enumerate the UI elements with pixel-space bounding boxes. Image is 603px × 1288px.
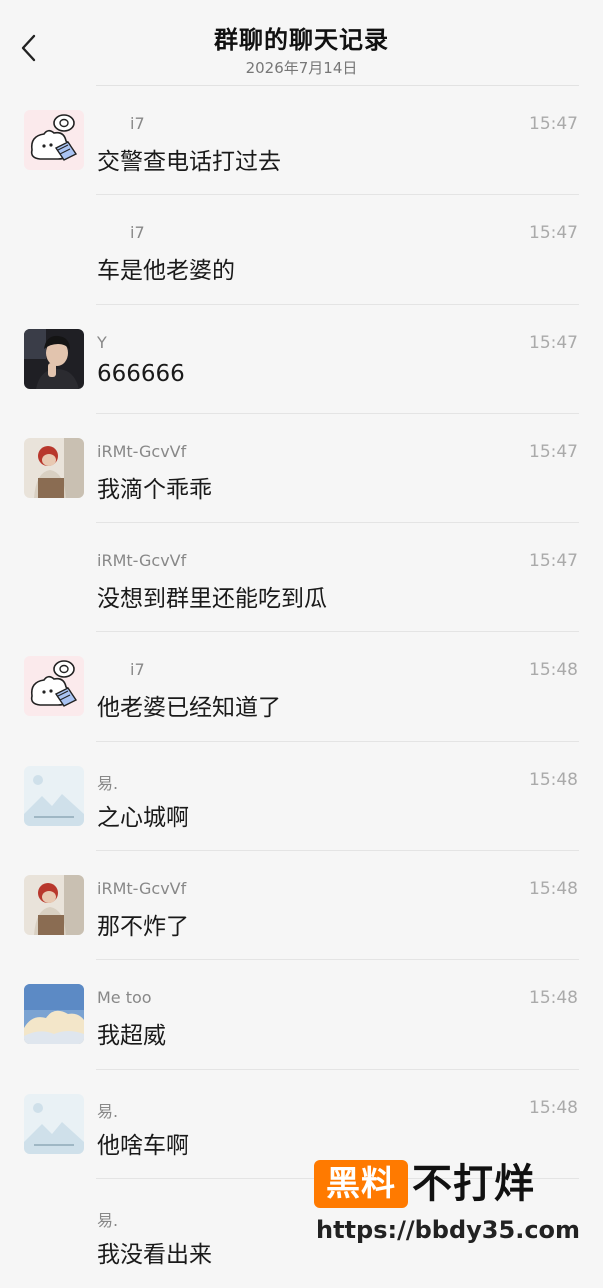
chat-date: 2026年7月14日	[245, 59, 358, 77]
message-item[interactable]: 易. 15:48 之心城啊	[0, 742, 603, 852]
message-time: 15:47	[529, 441, 578, 462]
message-time: 15:48	[529, 769, 578, 790]
message-text: 他啥车啊	[97, 1132, 189, 1159]
message-text: 没想到群里还能吃到瓜	[97, 586, 327, 613]
avatar[interactable]	[24, 765, 84, 826]
message-time: 15:48	[529, 1097, 578, 1118]
message-text: 我滴个乖乖	[97, 476, 212, 503]
message-time: 15:48	[529, 879, 578, 900]
avatar[interactable]	[24, 984, 84, 1045]
message-item[interactable]: i7 15:47 交警查电话打过去	[0, 86, 603, 196]
message-time: 15:47	[529, 332, 578, 353]
message-text: 666666	[97, 360, 185, 387]
sender-name: i7	[130, 660, 145, 680]
message-item[interactable]: Y 15:47 666666	[0, 305, 603, 414]
avatar[interactable]	[24, 656, 84, 717]
message-time: 15:48	[529, 660, 578, 681]
avatar[interactable]	[24, 110, 84, 170]
watermark-badge: 黑料	[314, 1160, 408, 1208]
message-item[interactable]: i7 15:48 他老婆已经知道了	[0, 632, 603, 742]
message-item[interactable]: iRMt-GcvVf 15:48 那不炸了	[0, 851, 603, 961]
message-time: 15:47	[529, 114, 578, 134]
message-text: 那不炸了	[97, 914, 189, 941]
sender-name: 易.	[97, 1101, 119, 1121]
avatar[interactable]	[24, 875, 84, 936]
message-text: 我没看出来	[97, 1241, 212, 1268]
sender-name: 易.	[97, 1210, 119, 1230]
watermark-url: https://bbdy35.com	[316, 1216, 581, 1244]
sender-name: Me too	[97, 988, 152, 1008]
avatar[interactable]	[24, 437, 84, 498]
message-item[interactable]: Me too 15:48 我超威	[0, 960, 603, 1070]
page-title: 群聊的聊天记录	[214, 26, 389, 54]
message-text: 他老婆已经知道了	[97, 695, 281, 722]
message-time: 15:47	[529, 551, 578, 572]
sender-name: iRMt-GcvVf	[97, 879, 187, 899]
message-item[interactable]: iRMt-GcvVf 15:47 我滴个乖乖	[0, 414, 603, 524]
sender-name: iRMt-GcvVf	[97, 441, 187, 461]
sender-name: 易.	[97, 773, 119, 793]
message-time: 15:47	[529, 223, 578, 244]
message-item[interactable]: iRMt-GcvVf 15:47 没想到群里还能吃到瓜	[0, 523, 603, 633]
message-text: 车是他老婆的	[97, 258, 235, 285]
header: 群聊的聊天记录 2026年7月14日	[0, 0, 603, 84]
sender-name: iRMt-GcvVf	[97, 551, 187, 571]
message-text: 我超威	[97, 1023, 166, 1050]
avatar[interactable]	[24, 328, 84, 389]
message-item[interactable]: i7 15:47 车是他老婆的	[0, 195, 603, 305]
sender-name: i7	[130, 223, 145, 243]
message-list[interactable]: i7 15:47 交警查电话打过去 i7 15:47 车是他老婆的 Y 15:47 666666…	[0, 86, 603, 1288]
avatar[interactable]	[24, 1093, 84, 1154]
watermark-brand: 不打烊	[412, 1161, 535, 1207]
message-time: 15:48	[529, 988, 578, 1009]
message-text: 交警查电话打过去	[97, 149, 281, 175]
watermark: 黑料 不打烊 https://bbdy35.com	[314, 1160, 580, 1272]
sender-name: Y	[97, 332, 107, 352]
message-text: 之心城啊	[97, 804, 189, 831]
sender-name: i7	[130, 114, 145, 133]
